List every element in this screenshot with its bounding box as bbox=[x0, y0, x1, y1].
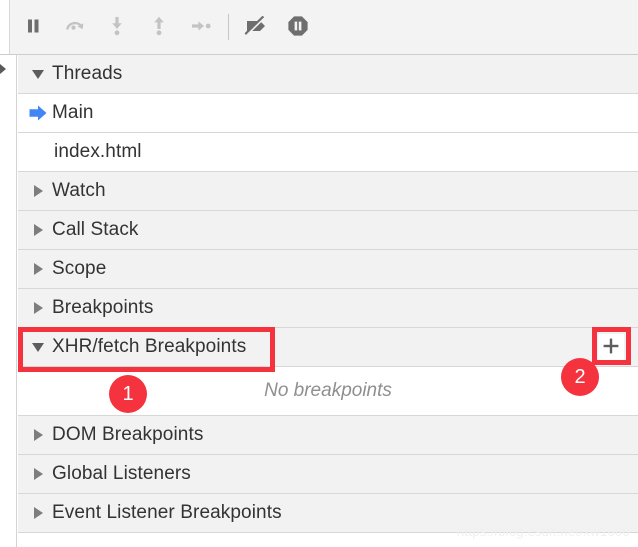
add-breakpoint-button[interactable] bbox=[598, 334, 624, 360]
step-icon bbox=[189, 16, 213, 39]
section-label-breakpoints: Breakpoints bbox=[52, 297, 154, 318]
chevron-down-icon[interactable] bbox=[26, 342, 50, 352]
plus-icon bbox=[602, 337, 620, 358]
pause-on-exceptions-button[interactable] bbox=[277, 6, 319, 48]
empty-state-text: No breakpoints bbox=[264, 380, 392, 401]
section-label-threads: Threads bbox=[52, 63, 123, 84]
toolbar-separator bbox=[228, 14, 229, 40]
thread-label-main: Main bbox=[52, 102, 94, 123]
step-into-icon bbox=[107, 15, 127, 40]
step-over-button[interactable] bbox=[54, 6, 96, 48]
step-button[interactable] bbox=[180, 6, 222, 48]
collapse-caret-icon[interactable] bbox=[0, 64, 6, 74]
panel-gutter bbox=[0, 55, 17, 547]
section-label-xhr-fetch-breakpoints: XHR/fetch Breakpoints bbox=[52, 336, 247, 357]
pause-on-exceptions-icon bbox=[286, 14, 310, 41]
section-header-event-listener-breakpoints[interactable]: Event Listener Breakpoints bbox=[18, 494, 638, 533]
section-header-dom-breakpoints[interactable]: DOM Breakpoints bbox=[18, 416, 638, 455]
section-header-call-stack[interactable]: Call Stack bbox=[18, 211, 638, 250]
section-label-dom-breakpoints: DOM Breakpoints bbox=[52, 424, 204, 445]
selected-thread-arrow-icon bbox=[26, 104, 50, 122]
thread-label-index-html: index.html bbox=[54, 141, 142, 162]
section-label-watch: Watch bbox=[52, 180, 106, 201]
section-header-scope[interactable]: Scope bbox=[18, 250, 638, 289]
chevron-right-icon[interactable] bbox=[26, 224, 50, 236]
section-header-breakpoints[interactable]: Breakpoints bbox=[18, 289, 638, 328]
debugger-sidebar-panel: Threads Main index.html Watch Call Stack bbox=[0, 55, 638, 547]
thread-item-index-html[interactable]: index.html bbox=[18, 133, 638, 172]
chevron-right-icon[interactable] bbox=[26, 429, 50, 441]
step-out-button[interactable] bbox=[138, 6, 180, 48]
section-header-xhr-fetch-breakpoints[interactable]: XHR/fetch Breakpoints bbox=[18, 328, 638, 367]
chevron-right-icon[interactable] bbox=[26, 468, 50, 480]
section-header-threads[interactable]: Threads bbox=[18, 55, 638, 94]
resume-button[interactable] bbox=[12, 6, 54, 48]
pause-icon bbox=[23, 16, 43, 39]
section-label-call-stack: Call Stack bbox=[52, 219, 139, 240]
xhr-breakpoints-empty-state: No breakpoints bbox=[18, 367, 638, 416]
step-out-icon bbox=[149, 15, 169, 40]
section-header-watch[interactable]: Watch bbox=[18, 172, 638, 211]
debugger-section-list: Threads Main index.html Watch Call Stack bbox=[18, 55, 638, 547]
chevron-right-icon[interactable] bbox=[26, 263, 50, 275]
step-into-button[interactable] bbox=[96, 6, 138, 48]
deactivate-breakpoints-icon bbox=[243, 14, 269, 41]
section-label-global-listeners: Global Listeners bbox=[52, 463, 191, 484]
step-over-icon bbox=[64, 16, 86, 39]
chevron-down-icon[interactable] bbox=[26, 69, 50, 79]
chevron-right-icon[interactable] bbox=[26, 302, 50, 314]
deactivate-breakpoints-button[interactable] bbox=[235, 6, 277, 48]
chevron-right-icon[interactable] bbox=[26, 507, 50, 519]
section-label-scope: Scope bbox=[52, 258, 107, 279]
section-header-global-listeners[interactable]: Global Listeners bbox=[18, 455, 638, 494]
thread-item-main[interactable]: Main bbox=[18, 94, 638, 133]
section-label-event-listener-breakpoints: Event Listener Breakpoints bbox=[52, 502, 282, 523]
debugger-toolbar bbox=[0, 0, 638, 55]
chevron-right-icon[interactable] bbox=[26, 185, 50, 197]
